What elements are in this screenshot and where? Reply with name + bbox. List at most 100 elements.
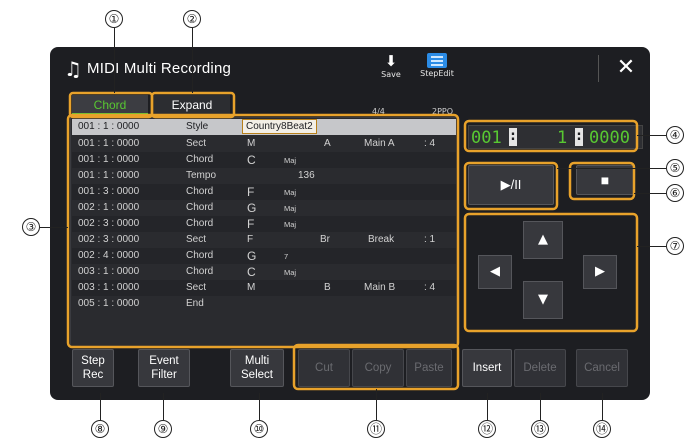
multi-select-button[interactable]: Multi Select [230,349,284,387]
event-data-2: B [324,282,331,293]
event-type: Tempo [186,170,217,181]
callout-leader [487,393,489,420]
ppq-indicator: 2PPQ [432,107,454,116]
paste-button[interactable]: Paste [406,349,452,387]
event-row[interactable]: 002 : 3 : 0000 Sect F Br Break : 1 [72,232,456,248]
delete-button[interactable]: Delete [514,349,566,387]
multi-select-label-1: Multi [244,355,270,367]
cancel-button[interactable]: Cancel [576,349,628,387]
callout-12: ⑫ [478,420,496,438]
step-rec-label-1: Step [81,355,105,367]
event-type: Chord [186,218,214,229]
clock-value[interactable]: 0000 [589,128,630,148]
event-data-2: Br [320,234,330,245]
event-data-1: F [247,234,254,245]
tab-expand[interactable]: Expand [154,95,230,115]
step-rec-button[interactable]: Step Rec [72,349,114,387]
event-filter-label-2: Filter [151,369,177,381]
style-name-field[interactable]: Country8Beat2 [242,119,317,134]
event-time: 001 : 1 : 0000 [78,170,140,181]
event-row[interactable]: 002 : 4 : 0000 Chord G 7 [72,248,456,264]
cursor-up-button[interactable]: ▲ [523,221,563,259]
tempo-value: 136 [298,170,315,181]
event-type: Chord [186,186,214,197]
event-row[interactable]: 005 : 1 : 0000 End [72,296,456,306]
stop-button[interactable]: ■ [576,165,634,195]
arrow-left-icon: ◀ [490,264,500,279]
event-time: 001 : 1 : 0000 [78,154,140,165]
event-filter-button[interactable]: Event Filter [138,349,190,387]
step-edit-button[interactable]: StepEdit [416,52,458,86]
event-type: End [186,298,204,306]
cursor-down-button[interactable]: ▼ [523,281,563,319]
beat-value[interactable]: 1 [557,128,567,148]
event-data-4: : 1 [424,234,436,245]
callout-leader [540,393,542,420]
event-data-3: Break [368,234,395,245]
callout-14: ⑭ [593,420,611,438]
event-row[interactable]: 003 : 1 : 0000 Sect M B Main B : 4 [72,280,456,296]
tab-chord[interactable]: Chord [72,95,148,115]
cut-button[interactable]: Cut [298,349,350,387]
event-type: Style [186,121,209,132]
event-type: Sect [186,234,207,245]
chord-type: Maj [284,220,297,229]
event-row[interactable]: 002 : 1 : 0000 Chord G Maj [72,200,456,216]
event-time: 001 : 3 : 0000 [78,186,140,197]
close-button[interactable]: ✕ [606,51,646,85]
callout-1: ① [105,10,123,28]
window-title: MIDI Multi Recording [87,60,232,77]
callout-leader [557,168,666,170]
event-time: 002 : 3 : 0000 [78,218,140,229]
list-icon [427,53,447,68]
insert-button[interactable]: Insert [462,349,512,387]
callout-leader [637,135,666,137]
cursor-left-button[interactable]: ◀ [478,255,512,289]
chord-root: G [247,249,257,263]
event-time: 001 : 1 : 0000 [78,138,140,149]
event-data-2: A [324,138,331,149]
chord-type: Maj [284,188,297,197]
event-time: 002 : 3 : 0000 [78,234,140,245]
arrow-right-icon: ▶ [595,264,605,279]
event-row[interactable]: 002 : 3 : 0000 Chord F Maj [72,216,456,232]
chord-root: F [247,217,255,231]
callout-10: ⑩ [250,420,268,438]
callout-4: ④ [666,126,684,144]
chord-root: C [247,153,256,167]
callout-leader [163,393,165,420]
event-list[interactable]: 001 : 1 : 0000 Style Country8Beat2 001 :… [70,117,458,347]
event-row[interactable]: 001 : 1 : 0000 Style Country8Beat2 [72,119,456,135]
callout-leader [634,193,666,195]
cancel-label: Cancel [584,362,620,374]
save-label: Save [381,70,401,79]
callout-3: ③ [22,218,40,236]
measure-value[interactable]: 001 [471,128,502,148]
insert-label: Insert [472,362,502,374]
chord-root: F [247,185,255,199]
play-pause-button[interactable]: ▶/II [468,165,554,205]
cursor-right-button[interactable]: ▶ [583,255,617,289]
callout-leader [259,393,261,420]
event-time: 003 : 1 : 0000 [78,266,140,277]
event-row[interactable]: 001 : 1 : 0000 Sect M A Main A : 4 [72,136,456,152]
title-bar: ♫ MIDI Multi Recording ⬇ Save StepEdit ✕ [50,47,650,89]
event-row[interactable]: 001 : 3 : 0000 Chord F Maj [72,184,456,200]
event-data-4: : 4 [424,138,436,149]
event-row[interactable]: 001 : 1 : 0000 Tempo 136 [72,168,456,184]
music-notes-icon: ♫ [64,57,82,81]
event-time: 002 : 1 : 0000 [78,202,140,213]
arrow-up-icon: ▲ [538,232,548,247]
callout-2: ② [183,10,201,28]
chord-root: G [247,201,257,215]
save-button[interactable]: ⬇ Save [374,52,408,86]
event-type: Chord [186,266,214,277]
copy-button[interactable]: Copy [352,349,404,387]
callout-11: ⑪ [367,420,385,438]
song-position-display[interactable]: 001 : 1 : 0000 [468,125,643,149]
event-row[interactable]: 001 : 1 : 0000 Chord C Maj [72,152,456,168]
event-row[interactable]: 003 : 1 : 0000 Chord C Maj [72,264,456,280]
callout-8: ⑧ [91,420,109,438]
event-time: 003 : 1 : 0000 [78,282,140,293]
callout-5: ⑤ [666,159,684,177]
